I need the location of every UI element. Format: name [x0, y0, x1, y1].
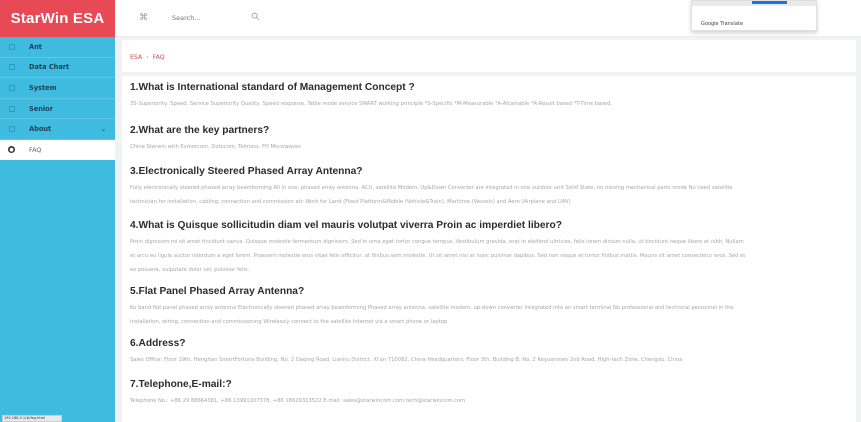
faq-answer: Telephone No.: +86 29 88664381, +86 1399… — [130, 398, 466, 404]
menu-icon — [9, 64, 15, 71]
sidebar-item-system[interactable]: System — [0, 78, 115, 99]
translate-indicator — [752, 1, 787, 4]
menu-icon — [9, 43, 15, 50]
menu-icon — [9, 84, 15, 91]
breadcrumb: ESA › FAQ — [130, 54, 165, 61]
faq-card: 1.What is International standard of Mana… — [122, 76, 856, 422]
faq-answer: ex posuere, vulputate dolor vel, pulvina… — [130, 266, 250, 273]
sidebar-item-label: About — [29, 125, 52, 134]
faq-item: 4.What is Quisque sollicitudin diam vel … — [130, 220, 850, 276]
faq-item: 7.Telephone,E-mail:? Telephone No.: +86 … — [130, 379, 850, 408]
faq-answer: installation, wiring, connection and com… — [130, 318, 448, 325]
faq-answer: Ku band flat panel phased array antenna … — [130, 305, 734, 311]
faq-question: 3.Electronically Steered Phased Array An… — [130, 166, 363, 177]
sidebar-item-label: Ant — [29, 42, 42, 51]
sidebar: StarWin ESA Ant Data Chart System Senior… — [0, 0, 115, 422]
breadcrumb-separator-icon: › — [146, 54, 149, 61]
faq-answer: China Starwin with Evmorcom, Dotocom, Te… — [130, 144, 301, 150]
app-window: StarWin ESA Ant Data Chart System Senior… — [0, 0, 861, 422]
sidebar-item-label: System — [29, 83, 57, 92]
sidebar-item-ant[interactable]: Ant — [0, 37, 115, 58]
top-header: ⌘ Google Translate — [115, 0, 861, 37]
collapse-icon[interactable]: ⌘ — [139, 13, 148, 23]
chevron-down-icon: ⌄ — [100, 126, 106, 134]
brand-logo[interactable]: StarWin ESA — [0, 0, 115, 37]
faq-answer: Fully electronically steered phased arra… — [130, 185, 733, 191]
sidebar-subitem-faq[interactable]: ● FAQ — [0, 139, 115, 160]
faq-question: 6.Address? — [130, 338, 186, 349]
faq-question: 2.What are the key partners? — [130, 125, 270, 136]
faq-item: 3.Electronically Steered Phased Array An… — [130, 166, 850, 209]
faq-answer: 3S-Superiority, Speed, Service Superiori… — [130, 101, 613, 107]
faq-answer: Sales Office: Floor 19th, Hengtian Smart… — [130, 357, 683, 363]
sidebar-subitem-label: FAQ — [29, 145, 42, 154]
sidebar-item-label: Data Chart — [29, 63, 70, 72]
faq-question: 7.Telephone,E-mail:? — [130, 379, 232, 390]
faq-answer: Proin dignissim mi sit amet tincidunt va… — [130, 239, 744, 245]
search-input[interactable] — [172, 14, 242, 22]
sidebar-item-about[interactable]: About ⌄ — [0, 119, 115, 140]
breadcrumb-root[interactable]: ESA — [130, 54, 142, 61]
help-icon: ● — [8, 146, 15, 154]
breadcrumb-card: ESA › FAQ — [122, 40, 856, 72]
sidebar-item-label: Senior — [29, 104, 53, 113]
menu-icon — [9, 126, 15, 133]
faq-question: 1.What is International standard of Mana… — [130, 82, 415, 93]
google-translate-widget[interactable]: Google Translate — [691, 0, 817, 31]
faq-item: 6.Address? Sales Office: Floor 19th, Hen… — [130, 338, 850, 367]
translate-label: Google Translate — [701, 21, 743, 27]
browser-status-url: 192.168.0.1/#/faq.html — [2, 415, 62, 422]
faq-item: 1.What is International standard of Mana… — [130, 82, 850, 111]
faq-answer: technician for installation, cabling, co… — [130, 198, 571, 205]
search-icon[interactable] — [251, 12, 260, 21]
menu-icon — [9, 105, 15, 112]
faq-answer: et arcu eu ligula auctor interdum a eget… — [130, 252, 746, 259]
main-content: ESA › FAQ 1.What is International standa… — [115, 37, 861, 422]
breadcrumb-current: FAQ — [152, 54, 165, 61]
faq-item: 5.Flat Panel Phased Array Antenna? Ku ba… — [130, 286, 850, 329]
faq-question: 5.Flat Panel Phased Array Antenna? — [130, 286, 305, 297]
faq-item: 2.What are the key partners? China Starw… — [130, 125, 850, 154]
faq-question: 4.What is Quisque sollicitudin diam vel … — [130, 220, 562, 231]
sidebar-item-senior[interactable]: Senior — [0, 99, 115, 120]
sidebar-item-data-chart[interactable]: Data Chart — [0, 58, 115, 79]
